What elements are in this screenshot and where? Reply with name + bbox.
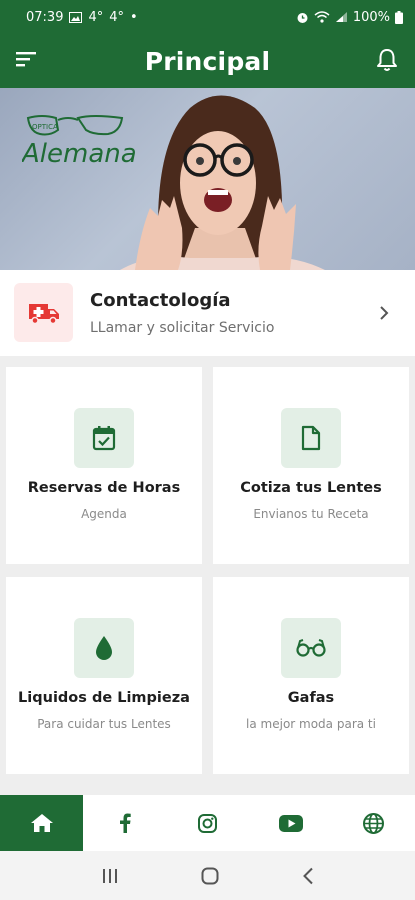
system-nav-bar	[0, 851, 415, 900]
card-reservas[interactable]: Reservas de Horas Agenda	[6, 367, 202, 564]
card-icon-box	[281, 408, 341, 468]
home-button-icon[interactable]	[201, 867, 219, 885]
page-title: Principal	[144, 46, 271, 76]
drop-icon	[96, 636, 112, 660]
menu-button[interactable]	[16, 51, 40, 71]
document-icon	[301, 425, 321, 451]
contact-subtitle: LLamar y solicitar Servicio	[90, 320, 275, 336]
back-icon[interactable]	[302, 867, 314, 885]
status-dot: •	[130, 9, 138, 25]
card-subtitle: Agenda	[81, 507, 127, 521]
card-title: Gafas	[287, 690, 335, 706]
card-cotiza[interactable]: Cotiza tus Lentes Envianos tu Receta	[213, 367, 409, 564]
bottom-nav	[0, 795, 415, 851]
card-icon-box	[74, 408, 134, 468]
status-temp: 4°	[88, 9, 104, 25]
nav-instagram[interactable]	[166, 795, 249, 851]
status-bar: 07:39 4° 4° • 100%	[0, 0, 415, 34]
nav-web[interactable]	[332, 795, 415, 851]
battery-icon	[395, 10, 403, 24]
card-subtitle: la mejor moda para ti	[246, 717, 376, 731]
youtube-icon	[278, 814, 303, 832]
menu-icon	[16, 52, 36, 67]
card-title: Cotiza tus Lentes	[240, 480, 382, 496]
status-temp-2: 4°	[109, 9, 125, 25]
home-icon	[30, 814, 53, 832]
notifications-button[interactable]	[376, 48, 400, 74]
card-icon-box	[74, 618, 134, 678]
ambulance-icon	[28, 303, 59, 324]
instagram-icon	[198, 813, 217, 833]
status-time: 07:39	[26, 9, 64, 25]
glasses-icon	[296, 639, 326, 657]
calendar-check-icon	[92, 426, 116, 451]
card-subtitle: Envianos tu Receta	[253, 507, 369, 521]
card-subtitle: Para cuidar tus Lentes	[37, 717, 171, 731]
bell-icon	[377, 49, 397, 71]
recent-apps-icon[interactable]	[101, 868, 119, 884]
wifi-icon	[314, 11, 330, 23]
optica-alemana-logo-overlay	[22, 112, 142, 172]
contactologia-card[interactable]: Contactología LLamar y solicitar Servici…	[0, 270, 415, 356]
globe-icon	[363, 812, 384, 834]
nav-youtube[interactable]	[249, 795, 332, 851]
promo-banner[interactable]: OPTICA Alemana	[0, 88, 415, 270]
nav-home[interactable]	[0, 795, 83, 851]
card-liquidos[interactable]: Liquidos de Limpieza Para cuidar tus Len…	[6, 577, 202, 774]
card-title: Reservas de Horas	[27, 480, 181, 496]
alarm-icon	[297, 12, 308, 23]
image-icon	[69, 11, 83, 23]
battery-percent: 100%	[352, 9, 390, 25]
app-bar: Principal	[0, 34, 415, 88]
contact-icon-box	[14, 283, 73, 342]
facebook-icon	[119, 813, 131, 833]
signal-icon	[335, 12, 347, 22]
contact-title: Contactología	[90, 290, 231, 311]
chevron-right-icon	[380, 306, 389, 320]
card-gafas[interactable]: Gafas la mejor moda para ti	[213, 577, 409, 774]
nav-facebook[interactable]	[83, 795, 166, 851]
card-icon-box	[281, 618, 341, 678]
card-title: Liquidos de Limpieza	[18, 690, 190, 706]
